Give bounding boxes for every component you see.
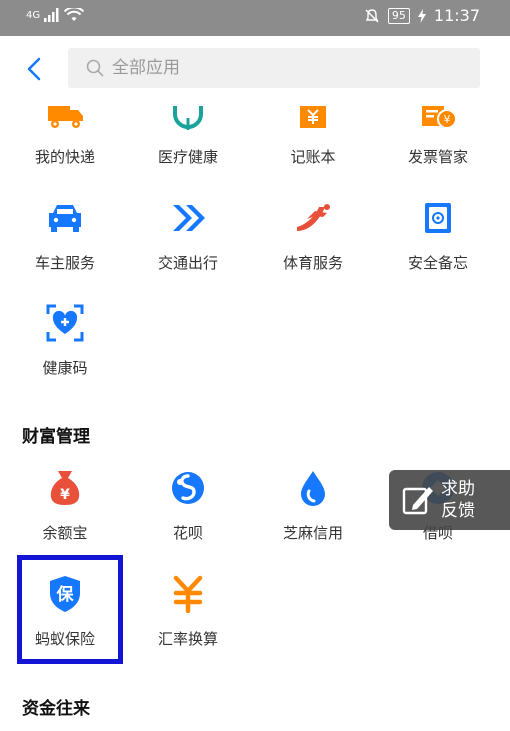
- app-label: 安全备忘: [407, 254, 468, 272]
- app-label: 芝麻信用: [282, 524, 343, 542]
- bell-muted-icon: [365, 8, 379, 22]
- health-code-icon: [45, 303, 85, 343]
- app-my-express[interactable]: 我的快递: [7, 104, 123, 167]
- app-invoice-manager[interactable]: ¥ 发票管家: [380, 104, 496, 167]
- app-transport[interactable]: 交通出行: [130, 198, 246, 273]
- app-account-book[interactable]: 记账本: [255, 104, 371, 167]
- app-label: 发票管家: [407, 148, 468, 166]
- wifi-icon: [64, 8, 85, 21]
- edit-feedback-icon: [402, 487, 433, 515]
- signal-icon: [44, 8, 59, 22]
- search-box[interactable]: [68, 48, 480, 88]
- app-label: 花呗: [172, 524, 203, 542]
- huabei-icon: [168, 468, 208, 508]
- app-label: 医疗健康: [157, 148, 218, 166]
- section-title-funds: 资金往来: [22, 699, 90, 719]
- app-zhima-credit[interactable]: 芝麻信用: [255, 468, 371, 543]
- status-left: 4G: [26, 8, 85, 22]
- money-bag-icon: ¥: [45, 468, 85, 508]
- safe-icon: [418, 198, 458, 238]
- battery-level: 95: [387, 7, 410, 24]
- header: [0, 36, 510, 102]
- network-type: 4G: [26, 9, 41, 21]
- app-label: 健康码: [42, 359, 88, 377]
- clock: 11:37: [433, 6, 480, 25]
- back-button[interactable]: [18, 52, 50, 86]
- app-label: 记账本: [290, 148, 336, 166]
- ledger-icon: [293, 104, 333, 130]
- app-huabei[interactable]: 花呗: [130, 468, 246, 543]
- app-yuebao[interactable]: ¥ 余额宝: [7, 468, 123, 543]
- highlight-box: [17, 555, 123, 664]
- charging-icon: [417, 8, 426, 23]
- app-exchange-rate[interactable]: 汇率换算: [130, 574, 246, 649]
- chevron-left-icon: [27, 57, 41, 81]
- app-label: 体育服务: [282, 254, 343, 272]
- status-bar: 4G 95 11:37: [0, 0, 510, 36]
- invoice-icon: ¥: [418, 104, 458, 130]
- help-label: 求助: [441, 479, 475, 499]
- app-label: 我的快递: [34, 148, 95, 166]
- truck-icon: [45, 104, 85, 130]
- status-right: 95 11:37: [364, 6, 480, 25]
- app-medical-health[interactable]: 医疗健康: [130, 104, 246, 167]
- feedback-label: 反馈: [441, 501, 475, 521]
- app-label: 车主服务: [34, 254, 95, 272]
- app-security-memo[interactable]: 安全备忘: [380, 198, 496, 273]
- sports-runner-icon: [293, 198, 333, 238]
- help-feedback-label: 求助 反馈: [441, 478, 475, 522]
- app-car-owner[interactable]: 车主服务: [7, 198, 123, 273]
- car-icon: [45, 198, 85, 238]
- app-label: 交通出行: [157, 254, 218, 272]
- water-drop-icon: [293, 468, 333, 508]
- app-sports[interactable]: 体育服务: [255, 198, 371, 273]
- help-feedback-button[interactable]: 求助 反馈: [389, 470, 510, 530]
- app-health-code[interactable]: 健康码: [7, 303, 123, 378]
- svg-text:¥: ¥: [60, 487, 70, 503]
- app-label: 汇率换算: [157, 630, 218, 648]
- app-label: 余额宝: [42, 524, 88, 542]
- stethoscope-icon: [168, 104, 208, 130]
- double-chevron-right-icon: [168, 198, 208, 238]
- yuan-icon: [168, 574, 208, 614]
- svg-text:¥: ¥: [444, 113, 451, 126]
- search-icon: [86, 59, 104, 77]
- search-input[interactable]: [112, 58, 412, 78]
- section-title-wealth: 财富管理: [22, 427, 90, 447]
